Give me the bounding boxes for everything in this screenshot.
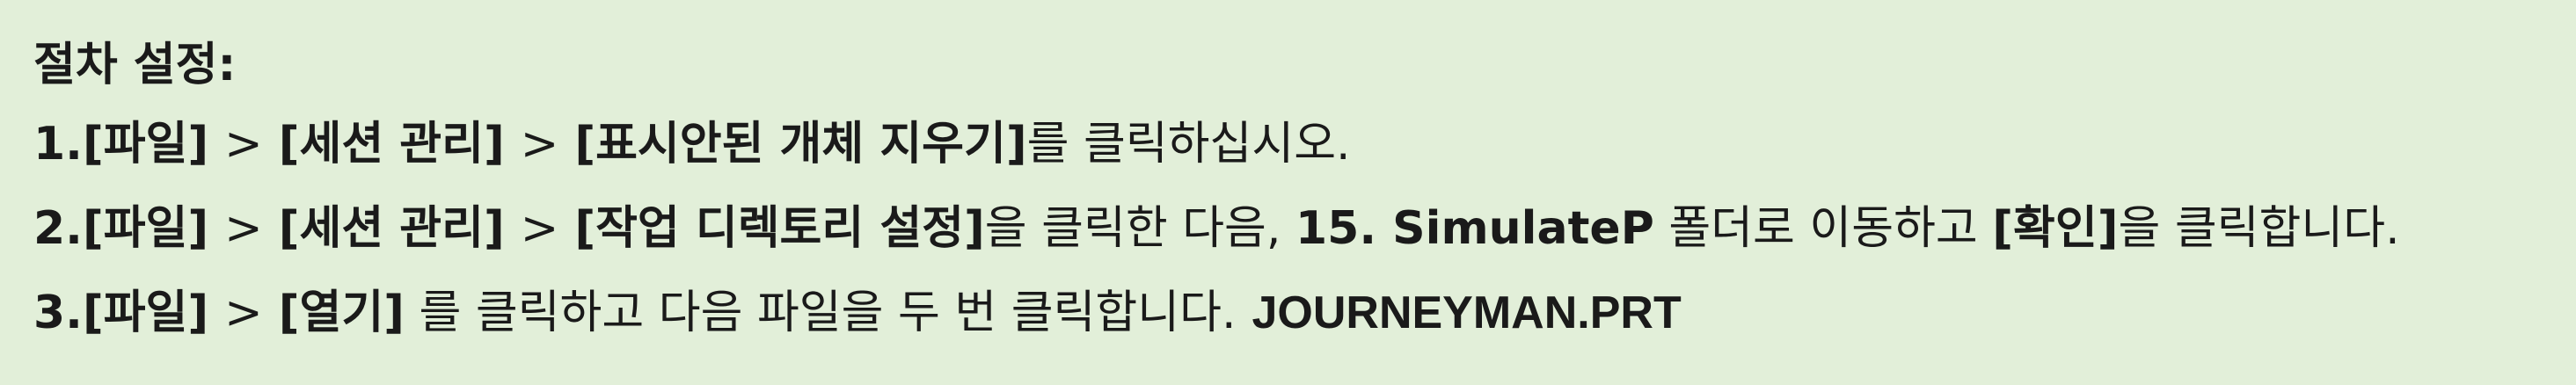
menu-path-file: [파일] bbox=[82, 202, 209, 255]
folder-name: 15. SimulateP bbox=[1295, 202, 1654, 255]
step-number: 1. bbox=[33, 118, 83, 171]
step-text: 폴더로 이동하고 bbox=[1653, 202, 1993, 255]
menu-path-command: [표시안된 개체 지우기] bbox=[574, 118, 1027, 171]
step-2: 2.[파일] > [세션 관리] > [작업 디렉토리 설정]을 클릭한 다음, 15.… bbox=[33, 186, 2576, 271]
file-name: JOURNEYMAN.PRT bbox=[1252, 287, 1682, 338]
path-separator: > bbox=[520, 202, 559, 255]
step-3: 3.[파일] > [열기] 를 클릭하고 다음 파일을 두 번 클릭합니다. JOUR… bbox=[33, 271, 2576, 355]
path-separator: > bbox=[224, 202, 263, 255]
menu-path-session: [세션 관리] bbox=[278, 202, 505, 255]
confirm-label: [확인] bbox=[1992, 202, 2119, 255]
path-separator: > bbox=[224, 118, 263, 171]
step-number: 3. bbox=[33, 287, 83, 339]
menu-path-file: [파일] bbox=[82, 287, 209, 339]
path-separator: > bbox=[224, 287, 263, 339]
instruction-panel: 절차 설정: 1.[파일] > [세션 관리] > [표시안된 개체 지우기]를 클릭하… bbox=[0, 0, 2576, 385]
step-text: 를 클릭하고 다음 파일을 두 번 클릭합니다. bbox=[404, 287, 1237, 339]
menu-path-command: [작업 디렉토리 설정] bbox=[574, 202, 985, 255]
menu-path-file: [파일] bbox=[82, 118, 209, 171]
step-text: 을 클릭합니다. bbox=[2118, 202, 2400, 255]
menu-path-session: [세션 관리] bbox=[278, 118, 505, 171]
step-number: 2. bbox=[33, 202, 83, 255]
path-separator: > bbox=[520, 118, 559, 171]
step-text: 을 클릭한 다음, bbox=[984, 202, 1295, 255]
menu-path-open: [열기] bbox=[278, 287, 405, 339]
section-heading: 절차 설정: bbox=[33, 39, 237, 91]
step-1: 1.[파일] > [세션 관리] > [표시안된 개체 지우기]를 클릭하십시오. bbox=[33, 102, 2576, 186]
step-text: 를 클릭하십시오. bbox=[1026, 118, 1351, 171]
